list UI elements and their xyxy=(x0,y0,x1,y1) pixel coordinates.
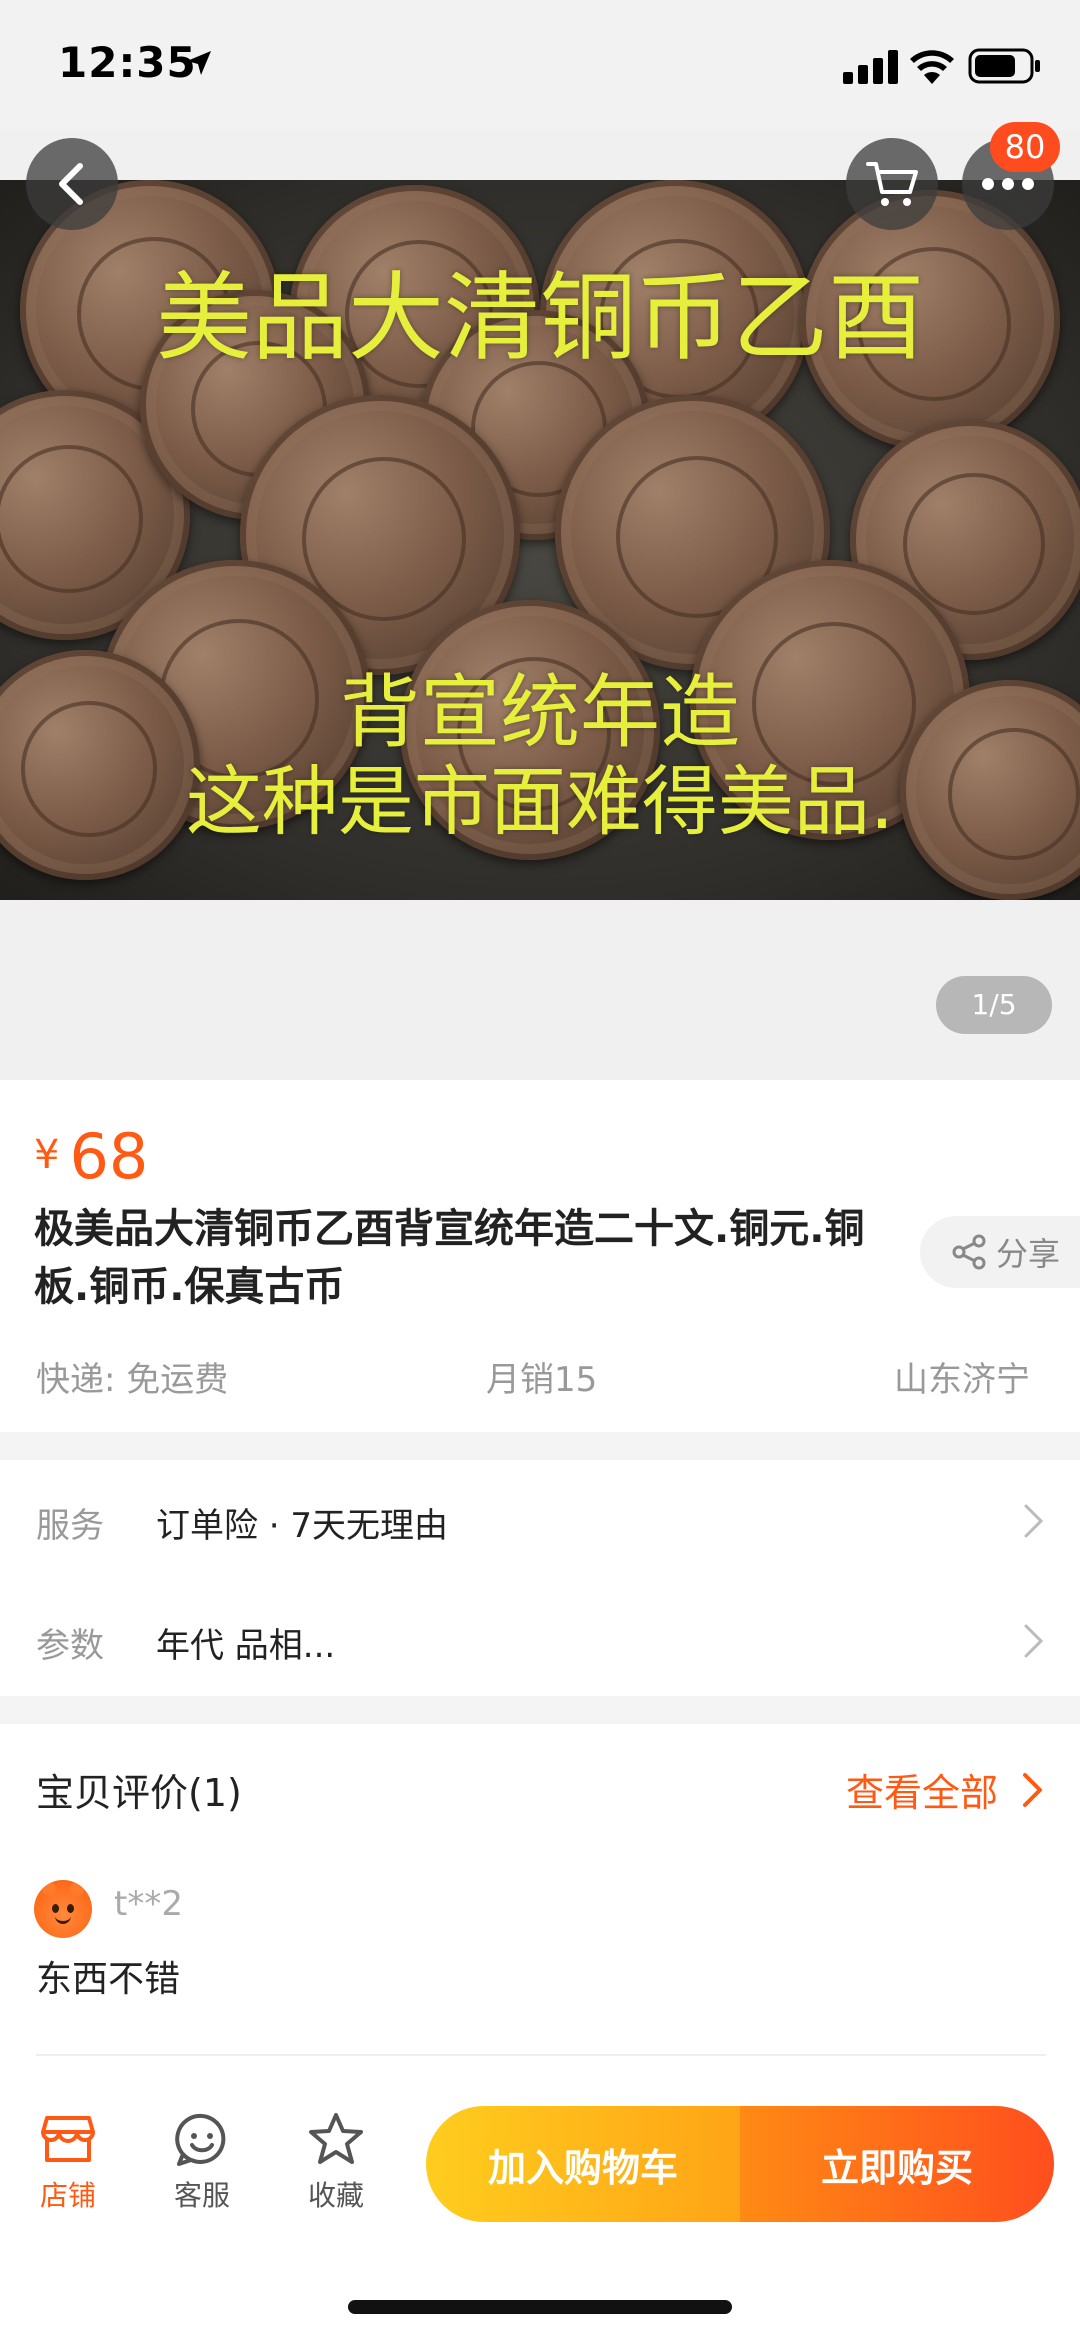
section-divider xyxy=(0,1696,1080,1724)
shop-icon xyxy=(41,2116,95,2162)
signal-icon xyxy=(843,50,898,84)
image-overlay-line3: 这种是市面难得美品. xyxy=(185,757,895,846)
cart-button[interactable] xyxy=(846,138,938,230)
product-title: 极美品大清铜币乙酉背宣统年造二十文.铜元.铜板.铜币.保真古币 xyxy=(34,1206,865,1310)
more-icon xyxy=(982,178,1034,190)
shipping-info: 快递: 免运费 xyxy=(36,1360,229,1400)
share-label: 分享 xyxy=(996,1235,1061,1273)
shop-tab[interactable]: 店铺 xyxy=(18,2110,118,2214)
status-bar: 12:35 xyxy=(0,0,1080,130)
chevron-right-icon[interactable] xyxy=(1020,1770,1046,1810)
reviewer-avatar xyxy=(34,1880,92,1938)
price-value: 68 xyxy=(69,1120,149,1193)
reviewer-name: t**2 xyxy=(114,1884,183,1924)
image-pager: 1/5 xyxy=(936,976,1052,1034)
params-row[interactable]: 参数 年代 品相... xyxy=(0,1580,1080,1700)
params-value: 年代 品相... xyxy=(156,1626,336,1666)
service-value: 订单险 · 7天无理由 xyxy=(156,1506,449,1546)
cart-count-badge: 80 xyxy=(990,122,1060,172)
add-to-cart-button[interactable]: 加入购物车 xyxy=(426,2106,740,2222)
customer-service-tab[interactable]: 客服 xyxy=(152,2110,252,2214)
share-button[interactable]: 分享 xyxy=(920,1216,1080,1288)
status-time: 12:35 xyxy=(58,38,197,87)
divider xyxy=(36,2054,1046,2056)
review-text: 东西不错 xyxy=(36,1959,181,2000)
monthly-sales: 月销15 xyxy=(486,1360,598,1400)
section-divider xyxy=(0,1432,1080,1460)
back-icon xyxy=(59,163,83,205)
share-icon xyxy=(952,1234,986,1270)
location-arrow-icon xyxy=(187,51,211,75)
service-label: 服务 xyxy=(36,1506,104,1546)
star-icon xyxy=(309,2113,363,2164)
cart-icon xyxy=(866,162,918,206)
favorite-tab[interactable]: 收藏 xyxy=(286,2110,386,2214)
seller-location: 山东济宁 xyxy=(894,1360,1030,1400)
favorite-label: 收藏 xyxy=(307,2179,364,2212)
view-all-reviews-link[interactable]: 查看全部 xyxy=(846,1762,998,1817)
buy-now-button[interactable]: 立即购买 xyxy=(740,2106,1054,2222)
reviews-title: 宝贝评价(1) xyxy=(36,1771,242,1815)
chevron-right-icon xyxy=(1024,1624,1044,1658)
image-overlay-title: 美品大清铜币乙酉 xyxy=(156,262,924,374)
currency-symbol: ¥ xyxy=(34,1132,60,1178)
chevron-right-icon xyxy=(1024,1504,1044,1538)
customer-service-icon xyxy=(175,2113,226,2166)
wifi-icon xyxy=(910,50,954,84)
price: ¥68 xyxy=(34,1120,148,1193)
params-label: 参数 xyxy=(36,1626,104,1666)
service-row[interactable]: 服务 订单险 · 7天无理由 xyxy=(0,1460,1080,1580)
home-indicator[interactable] xyxy=(348,2300,732,2314)
customer-service-label: 客服 xyxy=(173,2179,230,2212)
shop-label: 店铺 xyxy=(39,2179,96,2212)
back-button[interactable] xyxy=(26,138,118,230)
battery-icon xyxy=(968,48,1040,84)
